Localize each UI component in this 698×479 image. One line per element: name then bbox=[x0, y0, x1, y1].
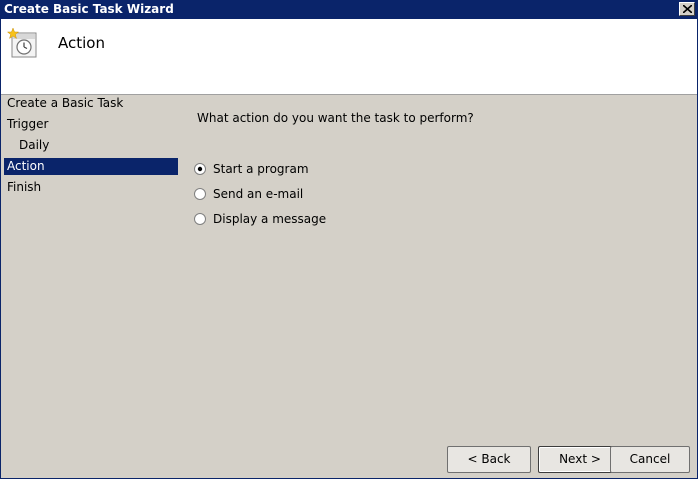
action-panel: What action do you want the task to perf… bbox=[189, 95, 689, 435]
close-button[interactable] bbox=[679, 2, 695, 16]
step-trigger[interactable]: Trigger bbox=[4, 116, 178, 133]
step-action[interactable]: Action bbox=[4, 158, 178, 175]
back-button[interactable]: < Back bbox=[447, 446, 531, 473]
step-label: Daily bbox=[19, 138, 50, 152]
radio-unselected-icon[interactable] bbox=[194, 213, 206, 225]
wizard-header: Action bbox=[1, 19, 697, 95]
window-title: Create Basic Task Wizard bbox=[4, 2, 174, 16]
step-label: Create a Basic Task bbox=[7, 96, 124, 110]
wizard-window: Create Basic Task Wizard Action Create a… bbox=[0, 0, 698, 479]
step-finish[interactable]: Finish bbox=[4, 179, 178, 196]
radio-unselected-icon[interactable] bbox=[194, 188, 206, 200]
radio-selected-icon[interactable] bbox=[194, 163, 206, 175]
wizard-step-list: Create a Basic Task Trigger Daily Action… bbox=[1, 95, 183, 425]
option-label: Display a message bbox=[213, 212, 327, 226]
step-daily[interactable]: Daily bbox=[4, 137, 178, 154]
option-label: Send an e-mail bbox=[213, 187, 304, 201]
step-create-basic-task[interactable]: Create a Basic Task bbox=[4, 95, 178, 112]
cancel-button[interactable]: Cancel bbox=[610, 446, 690, 473]
step-label: Action bbox=[7, 159, 45, 173]
page-title: Action bbox=[58, 34, 105, 52]
step-label: Trigger bbox=[7, 117, 49, 131]
title-bar[interactable]: Create Basic Task Wizard bbox=[1, 1, 697, 19]
step-label: Finish bbox=[7, 180, 42, 194]
option-label: Start a program bbox=[213, 162, 309, 176]
action-question: What action do you want the task to perf… bbox=[197, 111, 474, 125]
close-icon bbox=[683, 5, 692, 13]
scheduled-task-clock-icon bbox=[6, 27, 37, 58]
